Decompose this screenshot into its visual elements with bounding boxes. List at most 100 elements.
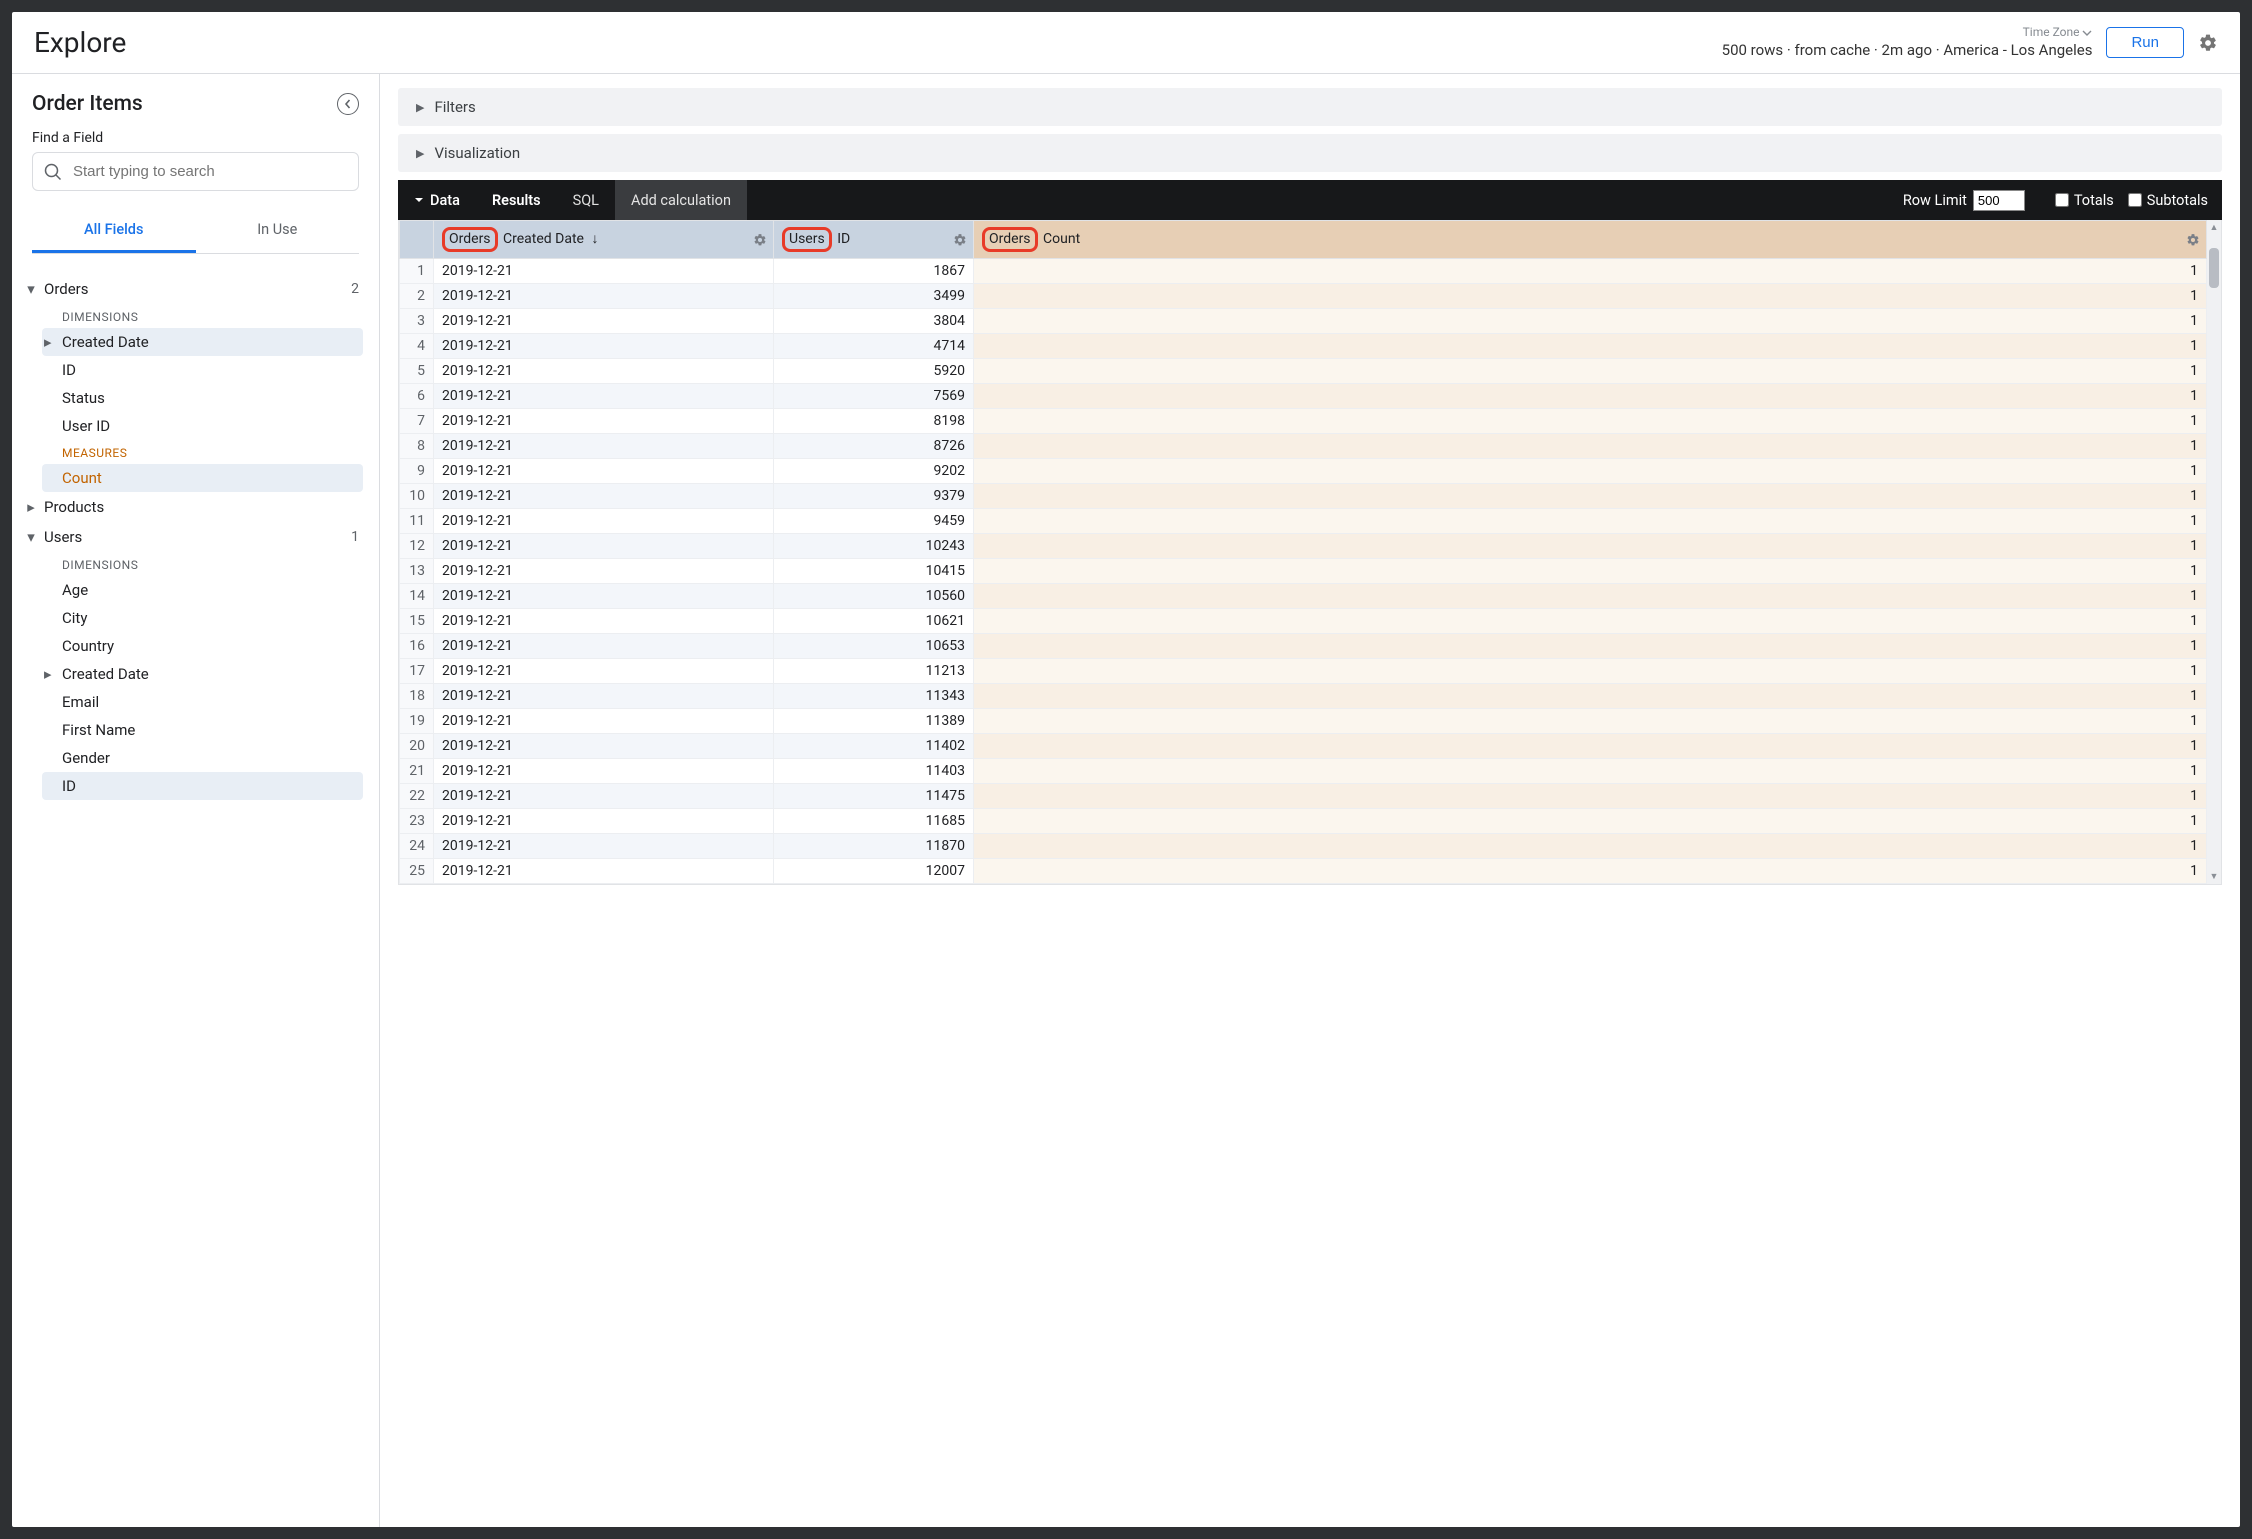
cell[interactable]: 1 (974, 859, 2207, 884)
cell[interactable]: 1 (974, 309, 2207, 334)
collapse-field-panel-button[interactable] (337, 93, 359, 115)
cell[interactable]: 2019-12-21 (434, 659, 774, 684)
cell[interactable]: 11213 (774, 659, 974, 684)
cell[interactable]: 1 (974, 484, 2207, 509)
dimension-item[interactable]: Age (42, 576, 363, 604)
cell[interactable]: 1 (974, 759, 2207, 784)
cell[interactable]: 1 (974, 259, 2207, 284)
cell[interactable]: 2019-12-21 (434, 609, 774, 634)
dimension-item[interactable]: ID (42, 356, 363, 384)
cell[interactable]: 11402 (774, 734, 974, 759)
dimension-item[interactable]: ▸Created Date (42, 660, 363, 688)
view-row-orders[interactable]: ▾Orders2 (12, 274, 379, 304)
dimension-item[interactable]: City (42, 604, 363, 632)
cell[interactable]: 2019-12-21 (434, 309, 774, 334)
cell[interactable]: 1 (974, 384, 2207, 409)
cell[interactable]: 1867 (774, 259, 974, 284)
cell[interactable]: 1 (974, 834, 2207, 859)
cell[interactable]: 1 (974, 534, 2207, 559)
cell[interactable]: 9379 (774, 484, 974, 509)
cell[interactable]: 12007 (774, 859, 974, 884)
cell[interactable]: 2019-12-21 (434, 809, 774, 834)
cell[interactable]: 2019-12-21 (434, 584, 774, 609)
cell[interactable]: 2019-12-21 (434, 559, 774, 584)
cell[interactable]: 10653 (774, 634, 974, 659)
scroll-thumb[interactable] (2209, 248, 2219, 288)
cell[interactable]: 1 (974, 709, 2207, 734)
cell[interactable]: 5920 (774, 359, 974, 384)
cell[interactable]: 3499 (774, 284, 974, 309)
cell[interactable]: 2019-12-21 (434, 384, 774, 409)
cell[interactable]: 9202 (774, 459, 974, 484)
explore-settings-button[interactable] (2198, 33, 2218, 53)
timezone-dropdown[interactable]: Time Zone (2023, 25, 2093, 41)
cell[interactable]: 1 (974, 659, 2207, 684)
column-settings-button[interactable] (953, 233, 967, 247)
subtotals-toggle[interactable]: Subtotals (2128, 192, 2208, 209)
cell[interactable]: 2019-12-21 (434, 859, 774, 884)
cell[interactable]: 2019-12-21 (434, 634, 774, 659)
cell[interactable]: 11870 (774, 834, 974, 859)
cell[interactable]: 2019-12-21 (434, 284, 774, 309)
dimension-item[interactable]: First Name (42, 716, 363, 744)
tab-all-fields[interactable]: All Fields (32, 209, 196, 253)
row-limit-input[interactable] (1973, 190, 2025, 211)
filters-section[interactable]: ▶ Filters (398, 88, 2222, 126)
cell[interactable]: 2019-12-21 (434, 459, 774, 484)
cell[interactable]: 1 (974, 634, 2207, 659)
cell[interactable]: 1 (974, 409, 2207, 434)
dimension-item[interactable]: Country (42, 632, 363, 660)
cell[interactable]: 2019-12-21 (434, 834, 774, 859)
cell[interactable]: 1 (974, 359, 2207, 384)
cell[interactable]: 2019-12-21 (434, 684, 774, 709)
cell[interactable]: 1 (974, 559, 2207, 584)
measure-item[interactable]: Count (42, 464, 363, 492)
column-header[interactable]: Orders Count (974, 221, 2207, 259)
run-button[interactable]: Run (2106, 27, 2184, 58)
add-calculation-button[interactable]: Add calculation (615, 180, 747, 220)
cell[interactable]: 2019-12-21 (434, 409, 774, 434)
data-section-toggle[interactable]: Data (398, 180, 476, 220)
cell[interactable]: 3804 (774, 309, 974, 334)
field-search-input[interactable] (32, 152, 359, 191)
visualization-section[interactable]: ▶ Visualization (398, 134, 2222, 172)
cell[interactable]: 1 (974, 609, 2207, 634)
cell[interactable]: 7569 (774, 384, 974, 409)
cell[interactable]: 2019-12-21 (434, 359, 774, 384)
cell[interactable]: 11389 (774, 709, 974, 734)
column-header[interactable]: Orders Created Date ↓ (434, 221, 774, 259)
cell[interactable]: 1 (974, 809, 2207, 834)
cell[interactable]: 4714 (774, 334, 974, 359)
cell[interactable]: 2019-12-21 (434, 434, 774, 459)
cell[interactable]: 2019-12-21 (434, 534, 774, 559)
cell[interactable]: 11685 (774, 809, 974, 834)
cell[interactable]: 1 (974, 509, 2207, 534)
dimension-item[interactable]: User ID (42, 412, 363, 440)
subtotals-checkbox[interactable] (2128, 193, 2142, 207)
dimension-item[interactable]: Gender (42, 744, 363, 772)
dimension-item[interactable]: Status (42, 384, 363, 412)
field-tree[interactable]: ▾Orders2DIMENSIONS▸Created DateIDStatusU… (12, 268, 379, 1527)
cell[interactable]: 2019-12-21 (434, 334, 774, 359)
cell[interactable]: 2019-12-21 (434, 709, 774, 734)
cell[interactable]: 1 (974, 784, 2207, 809)
cell[interactable]: 1 (974, 734, 2207, 759)
cell[interactable]: 10621 (774, 609, 974, 634)
tab-in-use[interactable]: In Use (196, 209, 360, 253)
tab-results[interactable]: Results (476, 180, 557, 220)
cell[interactable]: 10415 (774, 559, 974, 584)
cell[interactable]: 8198 (774, 409, 974, 434)
cell[interactable]: 2019-12-21 (434, 509, 774, 534)
totals-checkbox[interactable] (2055, 193, 2069, 207)
dimension-item[interactable]: Email (42, 688, 363, 716)
cell[interactable]: 8726 (774, 434, 974, 459)
view-row-products[interactable]: ▸Products (12, 492, 379, 522)
cell[interactable]: 11475 (774, 784, 974, 809)
tab-sql[interactable]: SQL (557, 180, 615, 220)
dimension-item[interactable]: ID (42, 772, 363, 800)
cell[interactable]: 2019-12-21 (434, 484, 774, 509)
cell[interactable]: 10560 (774, 584, 974, 609)
cell[interactable]: 2019-12-21 (434, 784, 774, 809)
cell[interactable]: 1 (974, 434, 2207, 459)
results-scrollbar[interactable]: ▲ ▼ (2207, 220, 2221, 884)
